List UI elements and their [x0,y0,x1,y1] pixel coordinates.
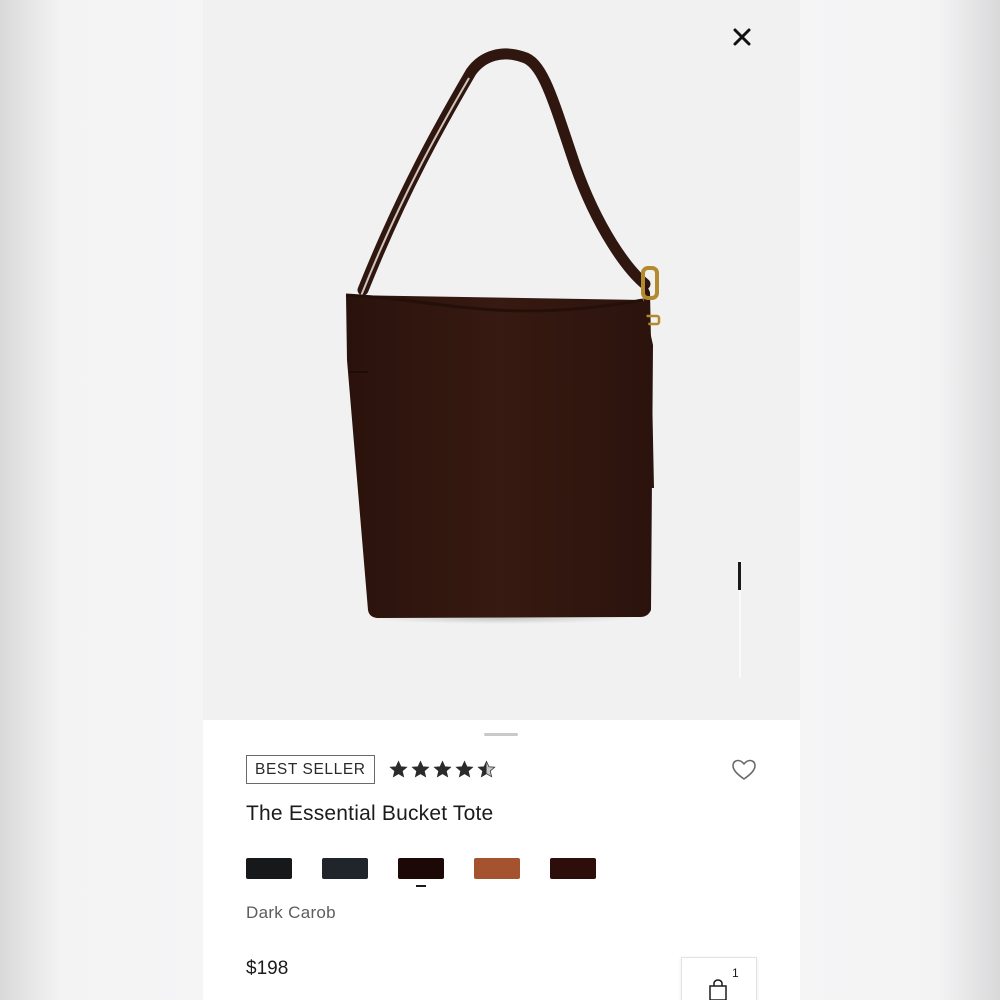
product-image [345,48,661,624]
star-icon [455,760,474,778]
color-swatch[interactable] [550,858,596,879]
product-info-sheet: BEST SELLER The Essential Bucket Tote Da… [203,720,800,1000]
color-swatch[interactable] [398,858,444,879]
color-swatch[interactable] [474,858,520,879]
star-icon [411,760,430,778]
shopping-bag-icon [709,979,727,1000]
color-swatch[interactable] [246,858,292,879]
product-image-gallery[interactable] [203,0,800,720]
selected-swatch-indicator [416,885,426,887]
star-icon [477,760,496,778]
add-to-bag-button[interactable]: 1 [681,957,757,1000]
product-quick-view: BEST SELLER The Essential Bucket Tote Da… [203,0,800,1000]
rating-stars[interactable] [389,760,496,780]
star-icon [433,760,452,778]
close-icon[interactable] [727,22,757,52]
star-icon [389,760,408,778]
indicator-thumb [738,562,741,590]
color-swatch[interactable] [322,858,368,879]
sheet-grabber[interactable] [484,733,518,736]
best-seller-badge: BEST SELLER [246,755,375,784]
product-price: $198 [246,958,289,979]
product-title: The Essential Bucket Tote [246,802,494,825]
heart-icon[interactable] [731,758,757,782]
selected-color-name: Dark Carob [246,903,336,922]
cart-count-badge: 1 [732,966,739,980]
image-scroll-indicator[interactable] [738,560,742,678]
